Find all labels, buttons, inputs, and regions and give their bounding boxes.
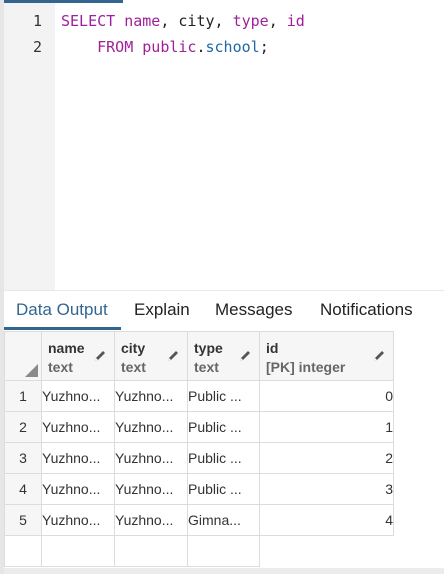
output-tabs: Data Output Explain Messages Notificatio… [4,290,444,332]
empty-cell [41,535,115,567]
empty-cell [259,535,394,567]
row-number[interactable]: 4 [4,473,42,505]
line-number-gutter: 1 2 [4,3,55,290]
line-number: 1 [32,12,42,30]
pencil-icon[interactable] [372,349,386,363]
row-number[interactable]: 3 [4,442,42,474]
cell-city[interactable]: Yuzhno... [114,504,188,536]
code-line-2[interactable]: FROM public.school; [61,38,269,56]
column-name-label: id [266,340,279,356]
separator: , [160,12,179,30]
tab-data-output[interactable]: Data Output [16,300,108,320]
tab-notifications[interactable]: Notifications [320,300,413,320]
separator [133,38,142,56]
empty-cell [4,535,42,567]
cell-type[interactable]: Public ... [187,411,260,443]
table-row[interactable]: 4 Yuzhno... Yuzhno... Public ... 3 [4,473,394,505]
cell-city[interactable]: Yuzhno... [114,380,188,412]
pencil-icon[interactable] [166,349,180,363]
pencil-icon[interactable] [93,349,107,363]
sql-editor[interactable]: 1 2 SELECT name, city, type, id FROM pub… [4,3,444,290]
select-all-corner[interactable] [4,331,42,381]
separator: , [268,12,287,30]
data-output-grid: name text city text type text id [PK] in… [4,331,444,574]
cell-name[interactable]: Yuzhno... [41,473,115,505]
column-token: city [178,12,215,30]
cell-id[interactable]: 0 [259,380,394,412]
cell-type[interactable]: Gimna... [187,504,260,536]
column-type-label: text [194,359,219,375]
empty-cell [114,535,188,567]
table-row[interactable]: 1 Yuzhno... Yuzhno... Public ... 0 [4,380,394,412]
active-tab-indicator [4,327,121,330]
separator: , [214,12,233,30]
separator: . [196,38,206,56]
column-type-label: [PK] integer [266,359,346,375]
row-number[interactable]: 5 [4,504,42,536]
cell-name[interactable]: Yuzhno... [41,504,115,536]
cell-type[interactable]: Public ... [187,473,260,505]
column-header-type[interactable]: type text [187,331,260,381]
code-line-1[interactable]: SELECT name, city, type, id [61,12,305,30]
keyword-select: SELECT [61,12,116,30]
row-number[interactable]: 2 [4,411,42,443]
table-token: school [205,38,260,56]
column-type-label: text [121,359,146,375]
result-table: name text city text type text id [PK] in… [4,331,394,567]
keyword-from: FROM [97,38,134,56]
pencil-icon[interactable] [238,349,252,363]
grid-bottom-bar [4,568,444,574]
tab-explain[interactable]: Explain [134,300,190,320]
table-row[interactable]: 2 Yuzhno... Yuzhno... Public ... 1 [4,411,394,443]
row-number[interactable]: 1 [4,380,42,412]
column-type-label: text [48,359,73,375]
column-name-label: city [121,340,146,356]
select-all-corner-icon [25,364,38,377]
column-header-name[interactable]: name text [41,331,115,381]
column-header-id[interactable]: id [PK] integer [259,331,394,381]
table-row[interactable]: 3 Yuzhno... Yuzhno... Public ... 2 [4,442,394,474]
cell-id[interactable]: 3 [259,473,394,505]
table-row[interactable]: 5 Yuzhno... Yuzhno... Gimna... 4 [4,504,394,536]
cell-name[interactable]: Yuzhno... [41,411,115,443]
column-token: type [232,12,269,30]
column-header-city[interactable]: city text [114,331,188,381]
cell-city[interactable]: Yuzhno... [114,442,188,474]
cell-city[interactable]: Yuzhno... [114,411,188,443]
line-number: 2 [32,38,42,56]
cell-city[interactable]: Yuzhno... [114,473,188,505]
column-token: id [286,12,305,30]
empty-cell [187,535,260,567]
cell-id[interactable]: 2 [259,442,394,474]
header-row: name text city text type text id [PK] in… [4,331,394,381]
cell-id[interactable]: 4 [259,504,394,536]
empty-row [4,535,394,567]
schema-token: public [142,38,197,56]
column-token: name [124,12,161,30]
cell-type[interactable]: Public ... [187,380,260,412]
separator: ; [259,38,269,56]
column-name-label: type [194,340,223,356]
cell-name[interactable]: Yuzhno... [41,380,115,412]
cell-id[interactable]: 1 [259,411,394,443]
column-name-label: name [48,340,85,356]
cell-name[interactable]: Yuzhno... [41,442,115,474]
tab-messages[interactable]: Messages [215,300,292,320]
cell-type[interactable]: Public ... [187,442,260,474]
